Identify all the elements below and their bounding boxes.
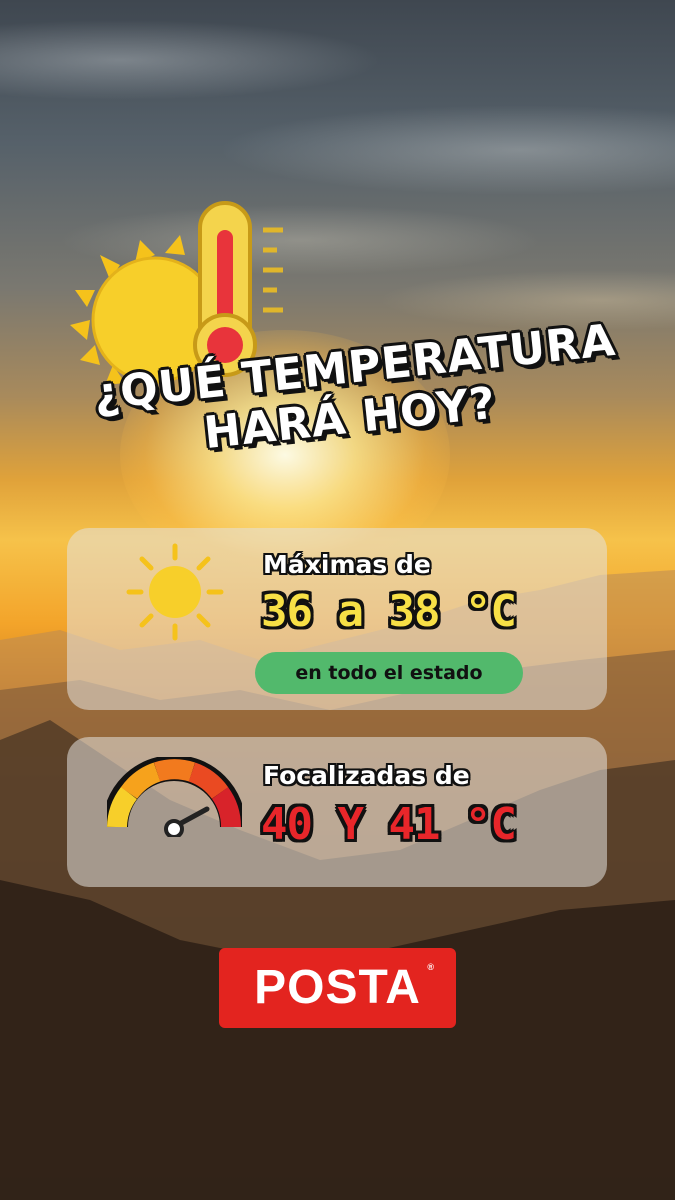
focal-label: Focalizadas de bbox=[263, 761, 470, 790]
registered-mark: ® bbox=[427, 962, 434, 972]
max-temperature-card: Máximas de 36 a 38 °C en todo el estado bbox=[67, 528, 607, 710]
gauge-icon bbox=[107, 757, 242, 837]
statewide-pill: en todo el estado bbox=[255, 652, 523, 694]
max-label: Máximas de bbox=[263, 550, 431, 579]
focal-value: 40 Y 41 °C bbox=[261, 799, 517, 850]
sun-icon bbox=[126, 543, 224, 641]
focal-temperature-card: Focalizadas de 40 Y 41 °C bbox=[67, 737, 607, 887]
weather-poster: ¿QUÉ TEMPERATURA HARÁ HOY? Máximas de 36… bbox=[0, 0, 675, 1200]
logo-text: POSTA bbox=[254, 961, 421, 1014]
posta-logo: POSTA ® bbox=[219, 948, 456, 1028]
max-value: 36 a 38 °C bbox=[261, 586, 517, 637]
